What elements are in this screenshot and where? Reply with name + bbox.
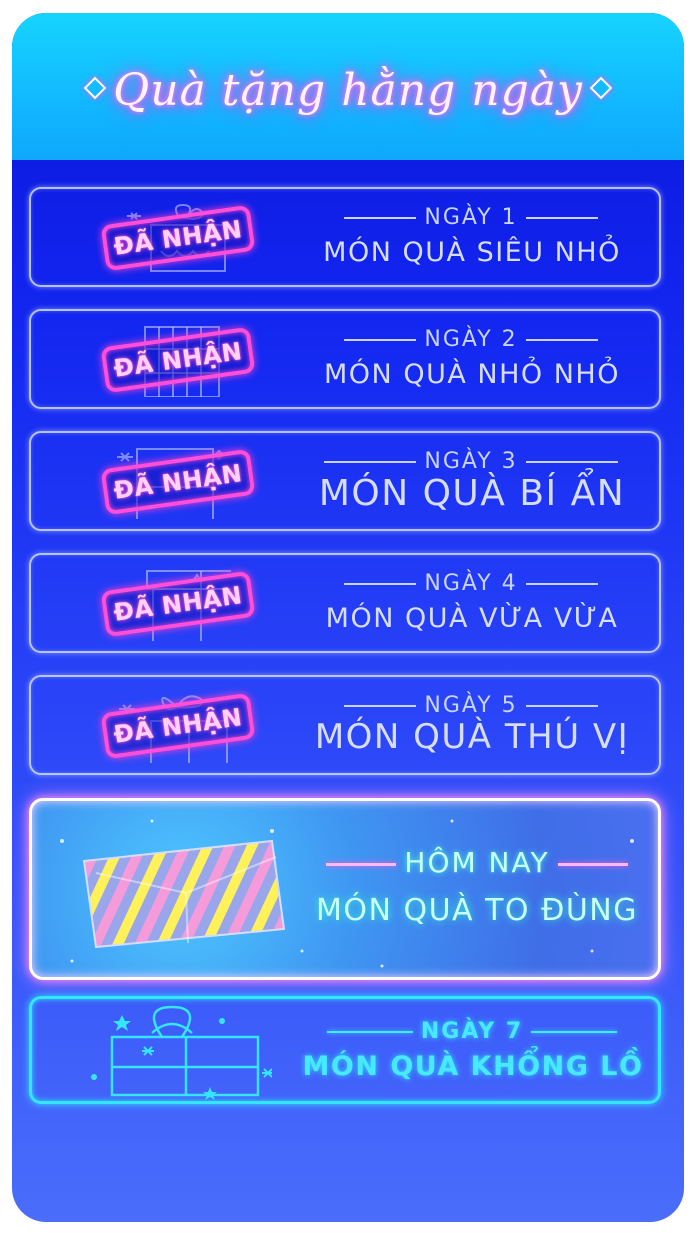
locked-gift-icon xyxy=(91,1005,272,1100)
day-label: NGÀY 4 xyxy=(301,571,641,596)
day-label: NGÀY 2 xyxy=(301,327,641,352)
day-label: NGÀY 7 xyxy=(302,1019,642,1044)
gift-name: MÓN QUÀ THÚ VỊ xyxy=(314,717,630,757)
day-label: NGÀY 3 xyxy=(301,449,641,474)
diamond-icon xyxy=(83,76,107,99)
day-row-4[interactable]: ĐÃ NHẬN NGÀY 4 MÓN QUÀ VỪA VỪA xyxy=(29,553,661,653)
today-gift-row[interactable]: HÔM NAY MÓN QUÀ TO ĐÙNG xyxy=(29,798,661,980)
diamond-icon xyxy=(589,76,613,99)
today-gift-name: MÓN QUÀ TO ĐÙNG xyxy=(316,893,638,928)
gift-name: MÓN QUÀ VỪA VỪA xyxy=(325,603,619,634)
daily-gift-panel: Quà tặng hằng ngày ĐÃ NHẬN NGÀY 1 MÓN QU… xyxy=(12,13,684,1222)
gift-name: MÓN QUÀ NHỎ NHỎ xyxy=(324,359,620,390)
big-gift-icon xyxy=(82,839,286,949)
day-row-7[interactable]: NGÀY 7 MÓN QUÀ KHỔNG LỒ xyxy=(29,996,661,1104)
panel-header: Quà tặng hằng ngày xyxy=(12,13,684,160)
gift-name: MÓN QUÀ BÍ ẨN xyxy=(318,473,626,514)
gift-name: MÓN QUÀ SIÊU NHỎ xyxy=(323,237,621,268)
day-label: NGÀY 5 xyxy=(301,693,641,718)
gift-name: MÓN QUÀ KHỔNG LỒ xyxy=(302,1051,644,1082)
panel-title: Quà tặng hằng ngày xyxy=(12,65,684,116)
today-label: HÔM NAY xyxy=(297,846,657,879)
day-row-2[interactable]: ĐÃ NHẬN NGÀY 2 MÓN QUÀ NHỎ NHỎ xyxy=(29,309,661,409)
day-label: NGÀY 1 xyxy=(301,205,641,230)
day-row-1[interactable]: ĐÃ NHẬN NGÀY 1 MÓN QUÀ SIÊU NHỎ xyxy=(29,187,661,287)
day-row-5[interactable]: ĐÃ NHẬN NGÀY 5 MÓN QUÀ THÚ VỊ xyxy=(29,675,661,775)
day-row-3[interactable]: ĐÃ NHẬN NGÀY 3 MÓN QUÀ BÍ ẨN xyxy=(29,431,661,531)
